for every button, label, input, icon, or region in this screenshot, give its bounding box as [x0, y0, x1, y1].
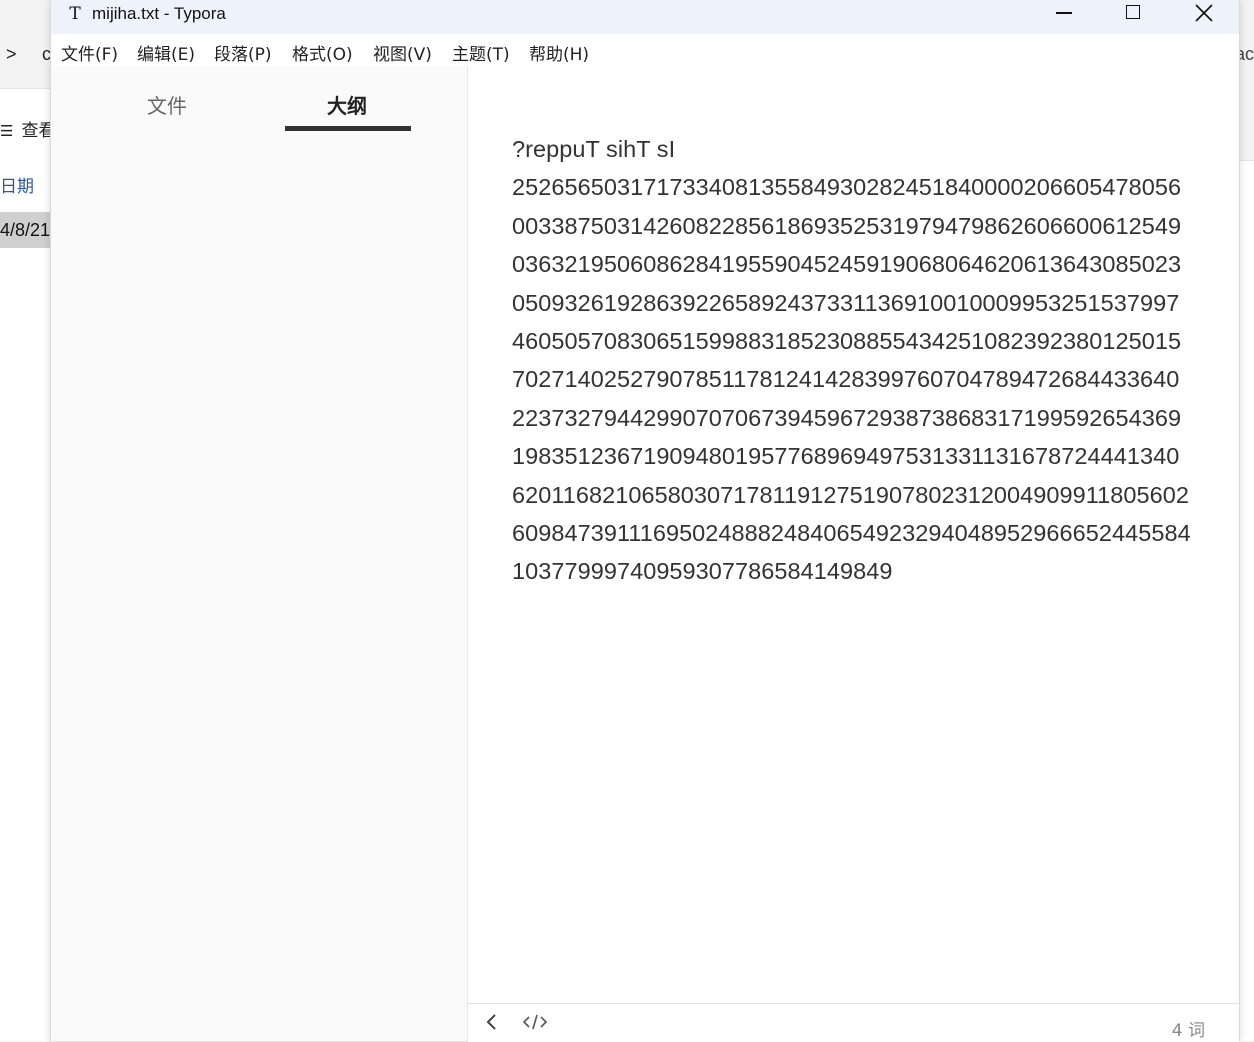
window-title: mijiha.txt - Typora — [92, 4, 226, 23]
tab-files[interactable]: 文件 — [147, 90, 187, 119]
active-tab-indicator — [285, 126, 411, 131]
maximize-button[interactable] — [1099, 0, 1169, 30]
menu-view[interactable]: 视图(V) — [373, 40, 432, 65]
menu-themes[interactable]: 主题(T) — [452, 40, 510, 65]
menu-help[interactable]: 帮助(H) — [529, 40, 589, 65]
menu-format[interactable]: 格式(O) — [292, 40, 353, 65]
typora-window: T mijiha.txt - Typora 文件(F) 编辑(E) 段落(P) … — [50, 0, 1240, 1042]
menu-lines-icon: ☰ — [0, 123, 14, 140]
tab-outline[interactable]: 大纲 — [327, 90, 367, 119]
minimize-icon — [1056, 12, 1072, 14]
title-bar[interactable]: T mijiha.txt - Typora — [51, 0, 1239, 34]
close-icon — [1195, 4, 1213, 22]
menu-paragraph[interactable]: 段落(P) — [214, 40, 272, 65]
background-right-strip — [1238, 0, 1254, 161]
background-view-button[interactable]: ☰ 查看 — [0, 116, 55, 141]
maximize-icon — [1126, 5, 1140, 19]
editor-pane[interactable]: ?reppuT sihT sI 252656503171733408135584… — [468, 66, 1239, 1003]
sidebar: 文件 大纲 — [51, 66, 468, 1041]
close-button[interactable] — [1169, 0, 1239, 30]
status-bar: 4 词 — [468, 1003, 1239, 1042]
chevron-left-icon[interactable] — [482, 1012, 502, 1032]
source-code-icon[interactable] — [522, 1012, 548, 1032]
background-date-value: 4/8/21 — [0, 220, 51, 240]
word-count[interactable]: 4 词 — [1172, 1016, 1205, 1041]
background-forward-chevron[interactable]: > — [6, 44, 17, 65]
document-text[interactable]: ?reppuT sihT sI 252656503171733408135584… — [512, 130, 1192, 591]
minimize-button[interactable] — [1029, 0, 1099, 30]
background-date-column-header[interactable]: 日期 — [0, 172, 34, 197]
typora-app-icon: T — [69, 4, 81, 24]
menu-file[interactable]: 文件(F) — [61, 40, 118, 65]
menu-bar: 文件(F) 编辑(E) 段落(P) 格式(O) 视图(V) 主题(T) 帮助(H… — [51, 34, 1239, 66]
menu-edit[interactable]: 编辑(E) — [137, 40, 195, 65]
